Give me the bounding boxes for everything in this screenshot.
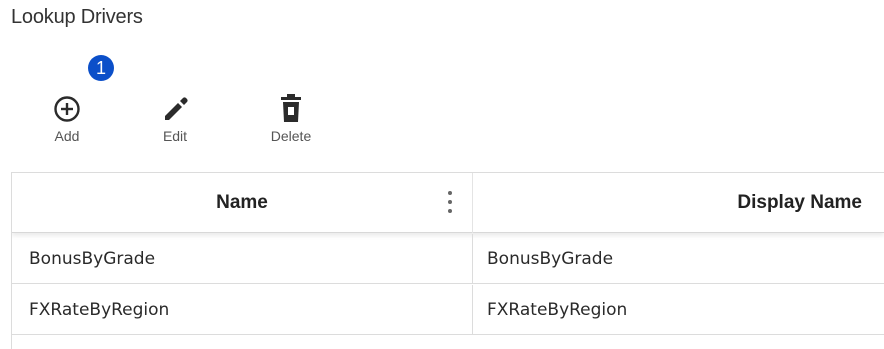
column-menu-icon[interactable] [446,191,454,213]
edit-button-label: Edit [162,128,188,144]
add-button[interactable]: Add [37,92,97,150]
trash-icon [277,92,305,126]
cell-display-name: BonusByGrade [487,249,614,269]
column-header-display-name-label: Display Name [737,192,862,213]
cell-name: BonusByGrade [12,234,473,284]
column-header-display-name[interactable]: Display Name [473,173,884,233]
column-header-name-label: Name [216,192,268,213]
delete-button[interactable]: Delete [261,92,321,150]
table-row[interactable]: FXRateByRegion FXRateByRegion [12,285,884,335]
add-button-label: Add [54,128,80,144]
delete-button-label: Delete [270,128,312,144]
cell-display-name: FXRateByRegion [487,300,628,320]
pencil-icon [159,92,191,126]
step-number-badge: 1 [88,55,114,81]
table-row[interactable]: BonusByGrade BonusByGrade [12,234,884,284]
cell-name: FXRateByRegion [12,285,473,335]
plus-circle-icon [53,92,81,126]
edit-button[interactable]: Edit [145,92,205,150]
lookup-drivers-grid: Name Display Name BonusByGrade BonusByGr… [11,172,884,349]
page-title: Lookup Drivers [11,6,143,28]
column-header-name[interactable]: Name [12,173,473,233]
grid-header: Name Display Name [12,173,884,233]
